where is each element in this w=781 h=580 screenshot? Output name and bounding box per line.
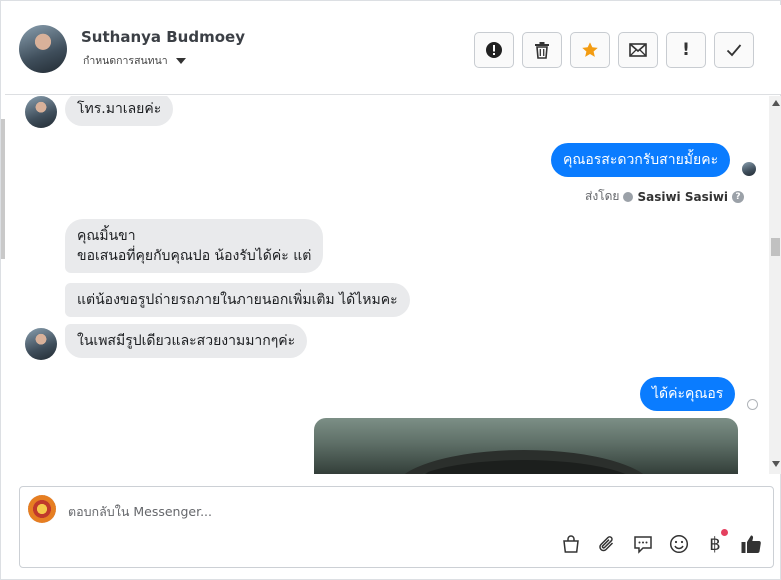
- message-line: คุณมิ้นขา: [77, 228, 136, 244]
- star-icon: [582, 42, 598, 57]
- notification-dot: [721, 529, 728, 536]
- star-button[interactable]: [570, 32, 610, 68]
- message-line: ขอเสนอที่คุยกับคุณปอ น้องรับได้ค่ะ แต่: [77, 248, 312, 264]
- reply-composer: ฿: [19, 486, 774, 568]
- baht-payment-icon: ฿: [709, 533, 721, 555]
- paperclip-icon: [599, 536, 614, 552]
- contact-avatar[interactable]: [19, 25, 67, 73]
- scroll-up-arrow-icon[interactable]: [772, 100, 780, 106]
- envelope-icon: [629, 43, 647, 57]
- delete-button[interactable]: [522, 32, 562, 68]
- composer-tools: ฿: [560, 529, 762, 555]
- contact-avatar-small: [25, 96, 57, 128]
- mark-unread-button[interactable]: [618, 32, 658, 68]
- seen-by-avatar: [742, 162, 756, 176]
- sent-by-line: ส่งโดย Sasiwi Sasiwi ?: [585, 187, 745, 206]
- shop-button[interactable]: [560, 533, 582, 555]
- message-bubble-outgoing[interactable]: ได้ค่ะคุณอร: [640, 377, 736, 411]
- sent-by-label: ส่งโดย: [585, 189, 620, 203]
- saved-reply-icon: [634, 536, 652, 554]
- verified-dot-icon: [623, 191, 634, 202]
- contact-avatar-small: [25, 328, 57, 360]
- sent-by-name[interactable]: Sasiwi Sasiwi: [637, 190, 728, 204]
- payment-button[interactable]: ฿: [704, 529, 728, 555]
- page-avatar: [28, 495, 56, 523]
- messenger-window: Suthanya Budmoey กำหนดการสนทนา ! โทร.มาเ…: [0, 0, 781, 580]
- message-bubble-incoming[interactable]: แต่น้องขอรูปถ่ายรถภายในภายนอกเพิ่มเติม ไ…: [65, 283, 410, 317]
- thumbs-up-icon: [741, 535, 761, 553]
- assign-conversation-dropdown[interactable]: กำหนดการสนทนา: [83, 52, 186, 69]
- chat-scrollbar[interactable]: [769, 96, 781, 474]
- trash-icon: [535, 42, 549, 59]
- assign-conversation-label: กำหนดการสนทนา: [83, 55, 168, 67]
- message-bubble-outgoing[interactable]: คุณอรสะดวกรับสายมั้ยคะ: [551, 143, 731, 177]
- attach-file-button[interactable]: [596, 533, 618, 555]
- contact-name[interactable]: Suthanya Budmoey: [81, 28, 245, 46]
- bag-icon: [563, 535, 579, 553]
- message-thread[interactable]: โทร.มาเลยค่ะ คุณอรสะดวกรับสายมั้ยคะ ส่งโ…: [5, 96, 769, 474]
- send-like-button[interactable]: [740, 533, 762, 555]
- message-bubble-incoming-multiline[interactable]: คุณมิ้นขา ขอเสนอที่คุยกับคุณปอ น้องรับได…: [65, 219, 324, 273]
- photo-content: [394, 450, 654, 474]
- saved-replies-button[interactable]: [632, 533, 654, 555]
- scroll-down-arrow-icon[interactable]: [772, 461, 780, 467]
- exclamation-icon: !: [682, 40, 690, 60]
- message-bubble-incoming[interactable]: โทร.มาเลยค่ะ: [65, 96, 174, 126]
- report-button[interactable]: [474, 32, 514, 68]
- mark-done-button[interactable]: [714, 32, 754, 68]
- emoji-button[interactable]: [668, 533, 690, 555]
- caret-down-icon: [175, 57, 186, 64]
- message-bubble-incoming[interactable]: ในเพสมีรูปเดียวและสวยงามมากๆค่ะ: [65, 324, 308, 358]
- alert-circle-icon: [486, 42, 502, 58]
- sent-status-icon: [747, 399, 758, 410]
- important-button[interactable]: !: [666, 32, 706, 68]
- help-icon[interactable]: ?: [732, 190, 745, 203]
- reply-input[interactable]: [68, 501, 668, 521]
- conversation-header: Suthanya Budmoey กำหนดการสนทนา !: [5, 5, 781, 95]
- photo-attachment[interactable]: [314, 418, 738, 474]
- checkmark-icon: [726, 44, 742, 57]
- scrollbar-thumb[interactable]: [771, 238, 780, 256]
- header-actions: !: [474, 32, 754, 68]
- emoji-icon: [669, 534, 689, 554]
